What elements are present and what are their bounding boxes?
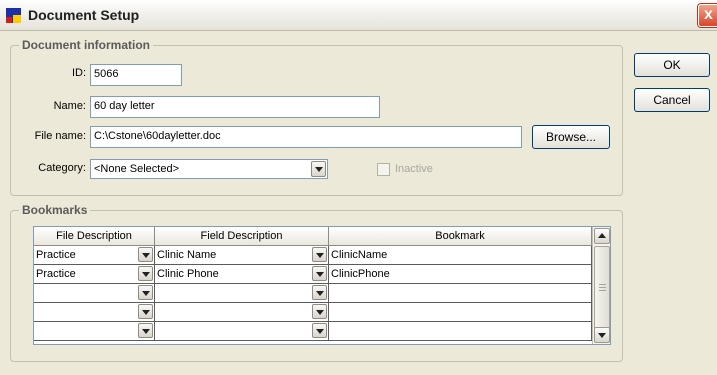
file-description-cell[interactable] (34, 322, 155, 341)
chevron-down-icon (316, 329, 324, 334)
chevron-down-icon (315, 167, 323, 172)
file-description-cell[interactable]: Practice (34, 246, 155, 265)
document-information-legend: Document information (22, 38, 150, 52)
chevron-down-icon (142, 291, 150, 296)
bookmark-cell[interactable]: ClinicPhone (329, 265, 592, 284)
name-label: Name: (53, 100, 86, 112)
chevron-down-icon (142, 329, 150, 334)
scroll-thumb[interactable] (594, 246, 610, 330)
category-value: <None Selected> (94, 163, 180, 175)
field-description-cell[interactable]: Clinic Name (155, 246, 329, 265)
close-icon: x (704, 6, 713, 23)
field-description-cell[interactable] (155, 284, 329, 303)
category-dropdown-button[interactable] (311, 161, 326, 177)
chevron-down-icon (142, 310, 150, 315)
name-field[interactable]: 60 day letter (90, 96, 380, 118)
scroll-up-button[interactable] (594, 228, 610, 244)
column-header-file-description[interactable]: File Description (34, 227, 155, 246)
id-field[interactable]: 5066 (90, 64, 182, 86)
ok-button[interactable]: OK (634, 53, 710, 77)
field-description-dropdown-button[interactable] (312, 247, 327, 262)
field-description-dropdown-button[interactable] (312, 285, 327, 300)
file-description-text: Practice (36, 249, 76, 261)
field-description-dropdown-button[interactable] (312, 304, 327, 319)
chevron-down-icon (142, 272, 150, 277)
file-description-cell[interactable]: Practice (34, 265, 155, 284)
file-description-dropdown-button[interactable] (138, 247, 153, 262)
chevron-down-icon (142, 253, 150, 258)
window-title: Document Setup (28, 7, 140, 23)
chevron-down-icon (316, 291, 324, 296)
field-description-dropdown-button[interactable] (312, 323, 327, 338)
field-description-cell[interactable]: Clinic Phone (155, 265, 329, 284)
file-description-text: Practice (36, 268, 76, 280)
column-header-bookmark[interactable]: Bookmark (329, 227, 592, 246)
bookmarks-grid[interactable]: File Description Field Description Bookm… (33, 226, 611, 345)
field-description-text: Clinic Name (157, 249, 217, 261)
bookmarks-legend: Bookmarks (22, 203, 88, 217)
inactive-checkbox[interactable] (377, 163, 390, 176)
grip-line (599, 284, 606, 285)
grid-scrollbar[interactable] (592, 227, 610, 344)
file-description-dropdown-button[interactable] (138, 285, 153, 300)
chevron-down-icon (598, 333, 606, 338)
chevron-down-icon (316, 272, 324, 277)
column-header-field-description[interactable]: Field Description (155, 227, 329, 246)
field-description-cell[interactable] (155, 303, 329, 322)
bookmark-cell[interactable]: ClinicName (329, 246, 592, 265)
cancel-button[interactable]: Cancel (634, 88, 710, 112)
bookmark-cell[interactable] (329, 303, 592, 322)
scroll-down-button[interactable] (594, 327, 610, 343)
id-label: ID: (71, 67, 86, 79)
grip-line (599, 290, 606, 291)
grip-line (599, 287, 606, 288)
chevron-down-icon (316, 310, 324, 315)
category-label: Category: (38, 162, 86, 174)
file-name-label: File name: (34, 130, 86, 142)
chevron-down-icon (316, 253, 324, 258)
field-description-cell[interactable] (155, 322, 329, 341)
browse-button[interactable]: Browse... (532, 125, 610, 149)
bookmark-cell[interactable] (329, 322, 592, 341)
field-description-text: Clinic Phone (157, 268, 219, 280)
bookmark-text: ClinicName (331, 249, 388, 261)
field-description-dropdown-button[interactable] (312, 266, 327, 281)
bookmark-text: ClinicPhone (331, 268, 390, 280)
bookmark-cell[interactable] (329, 284, 592, 303)
close-button[interactable]: x (698, 4, 717, 27)
file-description-cell[interactable] (34, 284, 155, 303)
file-description-dropdown-button[interactable] (138, 266, 153, 281)
title-bar[interactable]: Document Setup x (0, 0, 717, 31)
category-select[interactable]: <None Selected> (90, 159, 328, 179)
file-name-field[interactable]: C:\Cstone\60dayletter.doc (90, 126, 522, 148)
file-description-dropdown-button[interactable] (138, 323, 153, 338)
file-description-cell[interactable] (34, 303, 155, 322)
file-description-dropdown-button[interactable] (138, 304, 153, 319)
app-icon (6, 8, 21, 23)
inactive-label: Inactive (395, 163, 433, 175)
chevron-up-icon (598, 233, 606, 238)
